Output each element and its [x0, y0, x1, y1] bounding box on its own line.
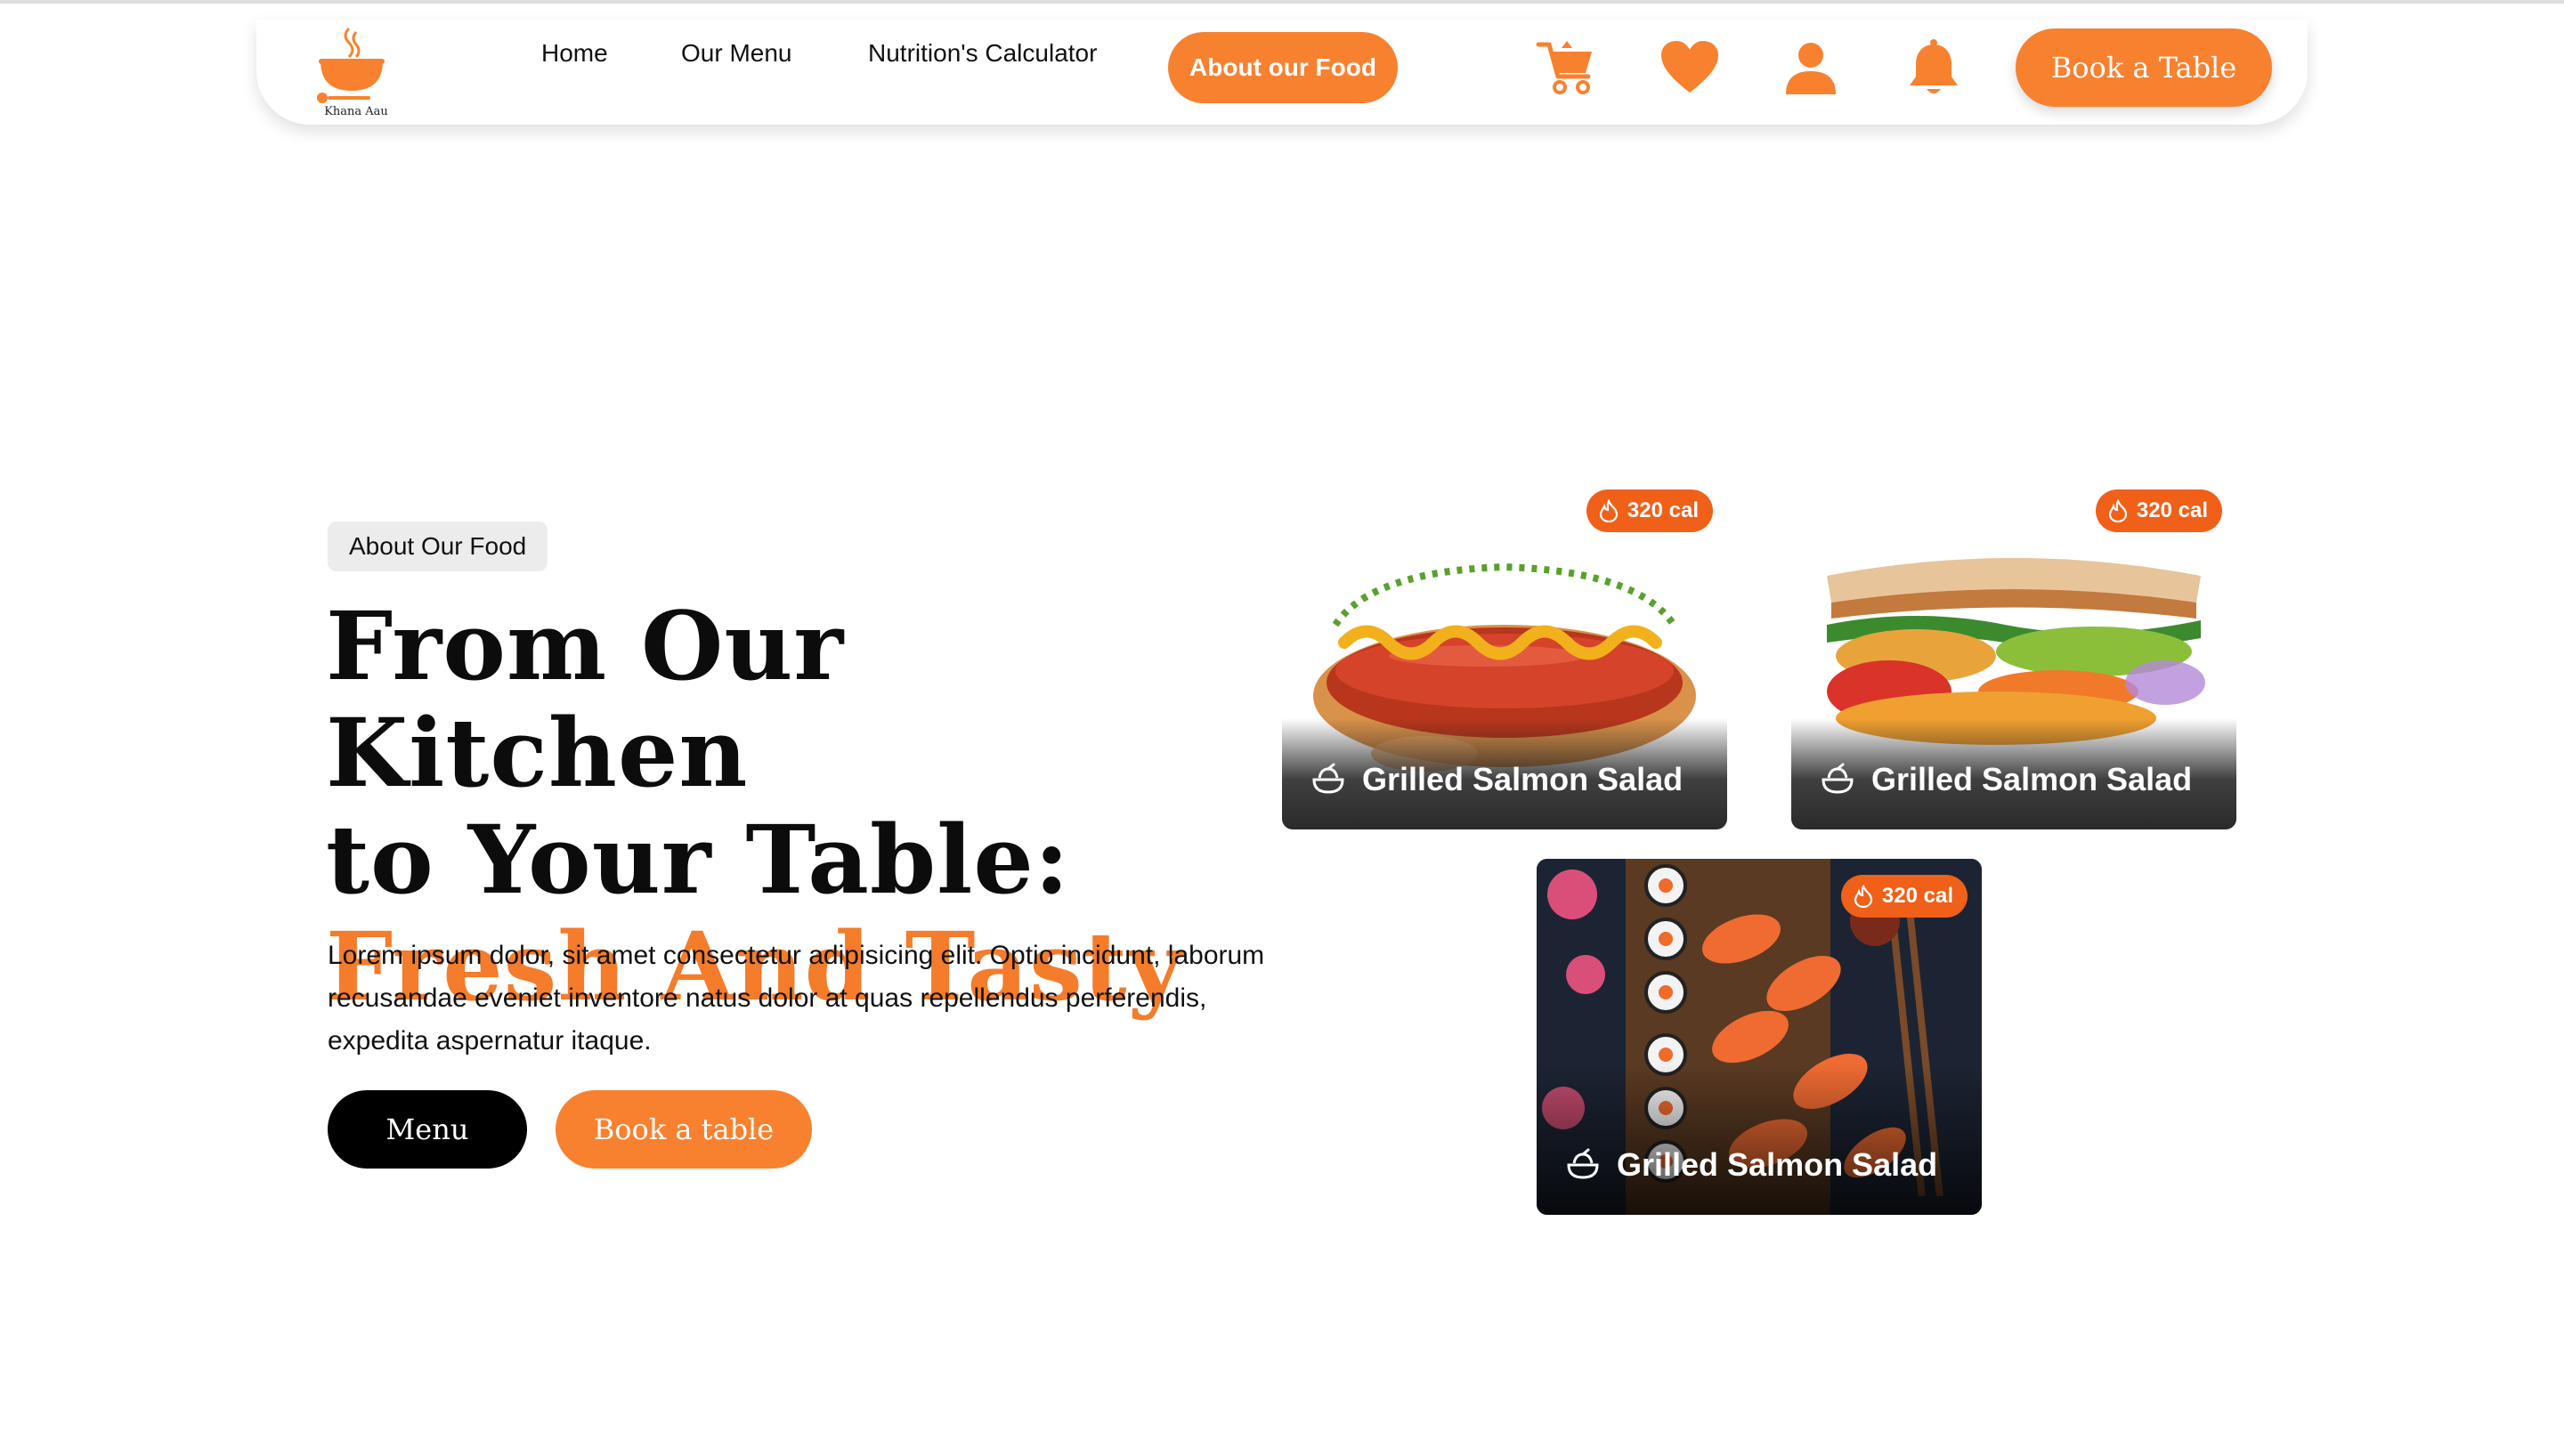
top-border	[0, 0, 2564, 4]
calorie-value: 320 cal	[1881, 884, 1953, 908]
calorie-badge: 320 cal	[1840, 875, 1968, 918]
nav-our-menu[interactable]: Our Menu	[681, 18, 792, 89]
logo[interactable]: Khana Aau	[303, 23, 401, 119]
card-title: Grilled Salmon Salad	[1820, 760, 2192, 799]
food-card[interactable]: 320 cal Grilled Salmon Salad	[1791, 473, 2236, 829]
card-title: Grilled Salmon Salad	[1565, 1145, 1937, 1185]
calorie-value: 320 cal	[2136, 498, 2208, 522]
calorie-badge: 320 cal	[1586, 489, 1713, 532]
salad-bowl-icon	[1312, 763, 1344, 794]
navbar: Khana Aau Home Our Menu Nutrition's Calc…	[256, 20, 2308, 125]
headline-line-1: From Our Kitchen	[326, 590, 845, 808]
calorie-badge: 320 cal	[2095, 489, 2222, 532]
flame-icon	[2108, 499, 2128, 522]
user-icon[interactable]	[1779, 36, 1843, 100]
headline-line-2: to Your Table:	[326, 804, 1070, 915]
food-card[interactable]: 320 cal Grilled Salmon Salad	[1537, 859, 1982, 1215]
card-overlay	[1537, 1064, 1982, 1215]
card-title-text: Grilled Salmon Salad	[1871, 761, 2193, 797]
book-a-table-button[interactable]: Book a Table	[2016, 28, 2272, 107]
section-tag: About Our Food	[328, 522, 548, 571]
card-title-text: Grilled Salmon Salad	[1617, 1146, 1938, 1183]
salad-bowl-icon	[1567, 1148, 1599, 1179]
bell-icon[interactable]	[1902, 36, 1966, 100]
book-table-button[interactable]: Book a table	[556, 1090, 812, 1169]
card-title: Grilled Salmon Salad	[1310, 760, 1683, 799]
nav-nutrition-calculator[interactable]: Nutrition's Calculator	[868, 18, 1097, 89]
salad-bowl-icon	[1822, 763, 1854, 794]
calorie-value: 320 cal	[1627, 498, 1699, 522]
card-title-text: Grilled Salmon Salad	[1362, 761, 1684, 797]
heart-icon[interactable]	[1658, 36, 1722, 100]
flame-icon	[1599, 499, 1619, 522]
nav-home[interactable]: Home	[541, 18, 608, 89]
flame-icon	[1854, 885, 1873, 908]
menu-button[interactable]: Menu	[328, 1090, 527, 1169]
food-card[interactable]: 320 cal Grilled Salmon Salad	[1282, 473, 1727, 829]
nav-about-our-food[interactable]: About our Food	[1168, 32, 1398, 103]
cart-icon[interactable]	[1535, 36, 1599, 100]
bowl-logo-icon	[317, 27, 385, 103]
hero-description: Lorem ipsum dolor, sit amet consectetur …	[328, 941, 1265, 1056]
logo-text: Khana Aau	[324, 105, 388, 118]
